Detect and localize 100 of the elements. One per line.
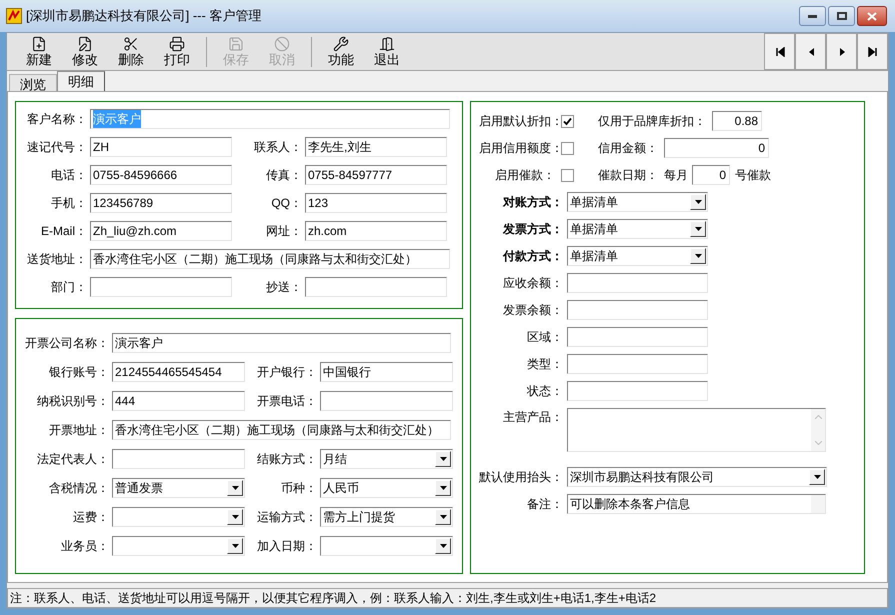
field-label: 开户银行： <box>256 364 318 381</box>
field-label: 对账方式： <box>502 194 564 211</box>
dropdown[interactable]: 月结 <box>320 449 453 469</box>
option-label: 启用信用额度： <box>479 140 561 157</box>
close-button[interactable] <box>857 6 887 26</box>
field-label: 类型： <box>526 356 564 373</box>
input-field[interactable]: zh.com <box>305 221 447 241</box>
tab[interactable]: 浏览 <box>9 74 57 91</box>
field-label: 运输方式： <box>256 509 318 526</box>
window-title: [深圳市易鹏达科技有限公司] --- 客户管理 <box>26 7 262 26</box>
field-label: E-Mail： <box>40 223 88 240</box>
dropdown[interactable]: 单据清单 <box>567 192 708 212</box>
field-label: 开票电话： <box>256 393 318 410</box>
input-field[interactable] <box>112 449 245 469</box>
field-label: 银行账号： <box>48 364 110 381</box>
dropdown[interactable]: 普通发票 <box>112 478 245 498</box>
toolbar-button[interactable]: 删除 <box>109 34 153 70</box>
ban-icon <box>274 36 290 52</box>
field-label: 仅用于品牌库折扣： <box>598 113 706 130</box>
field-label: 备注： <box>526 496 564 513</box>
field-label: 传真： <box>265 167 303 184</box>
input-field[interactable]: ZH <box>90 137 232 157</box>
input-field[interactable] <box>305 277 447 297</box>
input-field[interactable]: 2124554465545454 <box>112 362 245 382</box>
field-label: 信用金额： <box>598 140 658 157</box>
input-field[interactable] <box>567 381 708 401</box>
field-label: 纳税识别号： <box>36 393 110 410</box>
nav-button[interactable] <box>764 33 795 70</box>
toolbar-button[interactable]: 修改 <box>63 34 107 70</box>
input-field[interactable] <box>567 327 708 347</box>
checkbox[interactable] <box>561 142 574 154</box>
field-label: 客户名称： <box>26 111 88 128</box>
text-area[interactable]: 可以删除本条客户信息 <box>567 494 826 514</box>
tab[interactable]: 明细 <box>57 71 105 91</box>
status-text: 注：联系人、电话、送货地址可以用逗号隔开，以便其它程序调入，例：联系人输入：刘生,李生或刘生+电话1,李生+电话2 <box>10 590 656 607</box>
input-field[interactable]: 演示客户 <box>112 333 451 353</box>
input-field[interactable]: 0755-84596666 <box>90 165 232 185</box>
field-label: 主营产品： <box>502 409 564 426</box>
minimize-icon <box>808 14 817 18</box>
field-label: 区域： <box>526 329 564 346</box>
input-field[interactable] <box>320 391 453 411</box>
file-pen-icon <box>77 36 93 52</box>
field-label: 结账方式： <box>256 451 318 468</box>
scrollbar <box>811 495 825 513</box>
field-label: 付款方式： <box>502 248 564 265</box>
nav-button[interactable] <box>857 33 888 70</box>
toolbar-button[interactable]: 退出 <box>365 34 409 70</box>
check-icon <box>563 116 572 126</box>
field-label: 状态： <box>526 383 564 400</box>
input-field[interactable]: Zh_liu@zh.com <box>90 221 232 241</box>
input-field[interactable]: 李先生,刘生 <box>305 137 447 157</box>
field-label: 送货地址： <box>26 251 88 268</box>
input-field[interactable]: 0755-84597777 <box>305 165 447 185</box>
input-field[interactable] <box>90 277 232 297</box>
toolbar-button[interactable]: 新建 <box>17 34 61 70</box>
input-field[interactable]: 香水湾住宅小区（二期）施工现场（同康路与太和街交汇处） <box>112 420 451 440</box>
input-field[interactable]: 444 <box>112 391 245 411</box>
checkbox[interactable] <box>561 114 574 128</box>
field-label: 应收余额： <box>502 275 564 292</box>
field-label: 加入日期： <box>256 538 318 555</box>
input-field[interactable]: 0 <box>692 165 730 185</box>
field-label: 运费： <box>72 509 110 526</box>
input-field[interactable] <box>567 273 708 293</box>
field-label: 开票公司名称： <box>24 335 110 352</box>
door-icon <box>379 36 395 52</box>
field-label: 部门： <box>50 279 88 296</box>
field-label: 发票余额： <box>502 302 564 319</box>
input-field[interactable]: 0 <box>664 138 769 158</box>
field-label: 币种： <box>280 480 318 497</box>
input-field[interactable]: 香水湾住宅小区（二期）施工现场（同康路与太和街交汇处） <box>90 249 450 269</box>
input-field[interactable]: 123456789 <box>90 193 232 213</box>
dropdown[interactable]: 单据清单 <box>567 219 708 239</box>
input-field[interactable]: 0.88 <box>712 111 762 131</box>
dropdown[interactable] <box>112 507 245 527</box>
scissors-icon <box>123 36 139 52</box>
field-label: 联系人： <box>253 139 303 156</box>
input-field[interactable]: 中国银行 <box>320 362 453 382</box>
field-label: QQ： <box>270 195 303 212</box>
input-field[interactable] <box>567 354 708 374</box>
checkbox[interactable] <box>561 168 574 182</box>
dropdown[interactable] <box>112 536 245 556</box>
field-label: 默认使用抬头： <box>479 469 564 486</box>
dropdown[interactable]: 单据清单 <box>567 246 708 266</box>
dropdown[interactable]: 需方上门提货 <box>320 507 453 527</box>
input-field[interactable]: 123 <box>305 193 447 213</box>
printer-icon <box>169 36 185 52</box>
input-field[interactable] <box>567 300 708 320</box>
field-label: 发票方式： <box>502 221 564 238</box>
field-label: 法定代表人： <box>36 451 110 468</box>
dropdown[interactable]: 人民币 <box>320 478 453 498</box>
app-icon <box>6 8 22 24</box>
maximize-button[interactable] <box>828 6 855 26</box>
minimize-button[interactable] <box>799 6 826 26</box>
file-plus-icon <box>31 36 47 52</box>
dropdown[interactable] <box>320 536 453 556</box>
toolbar-button[interactable]: 功能 <box>319 34 363 70</box>
option-label: 启用催款： <box>494 167 556 184</box>
toolbar-button[interactable]: 打印 <box>155 34 199 70</box>
dropdown[interactable]: 深圳市易鹏达科技有限公司 <box>567 467 827 487</box>
maximize-icon <box>836 12 846 20</box>
